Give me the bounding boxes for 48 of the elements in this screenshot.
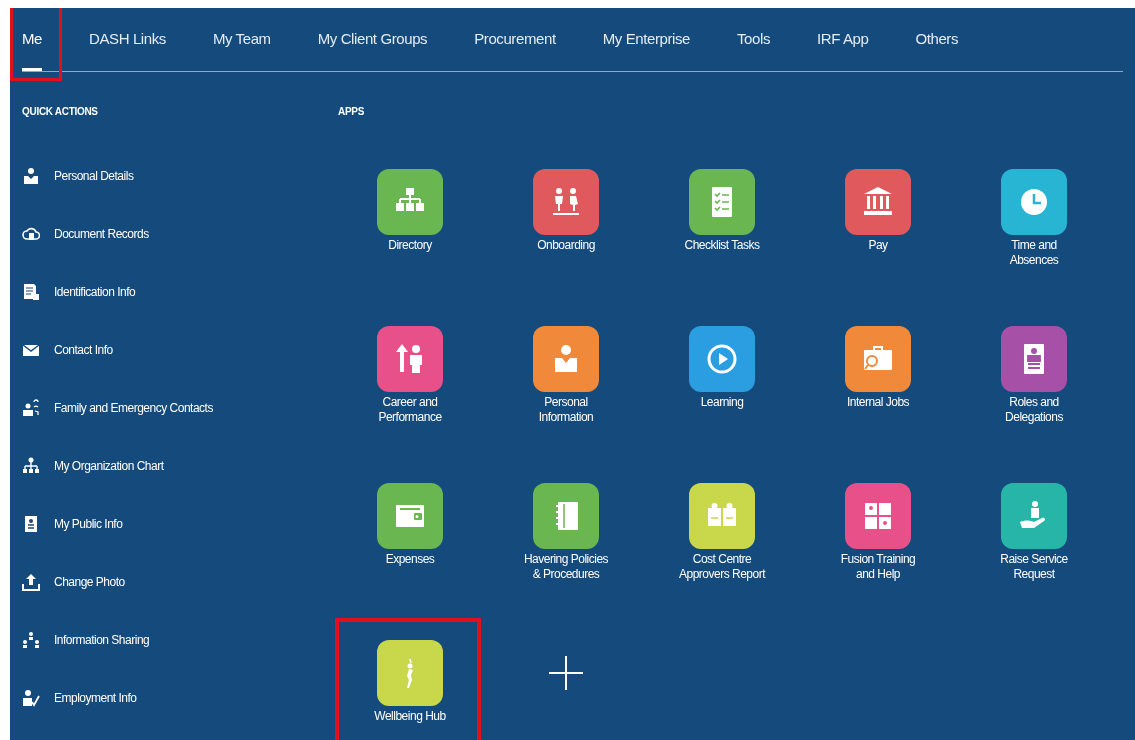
plus-icon xyxy=(549,656,583,690)
nav-tab[interactable]: Others xyxy=(915,8,959,71)
app-tile[interactable]: Wellbeing Hub xyxy=(374,640,446,724)
person-check-icon xyxy=(22,689,40,707)
app-tile[interactable]: Expenses xyxy=(377,483,443,567)
quick-action-link[interactable]: Information Sharing xyxy=(54,631,150,649)
quick-action-link[interactable]: Identification Info xyxy=(54,283,136,301)
quick-action-link[interactable]: My Organization Chart xyxy=(54,457,164,475)
app-tile[interactable]: Onboarding xyxy=(533,169,599,253)
app-tile[interactable]: Havering Policies & Procedures xyxy=(523,483,609,582)
org-chart-icon xyxy=(22,457,40,475)
nav-tab[interactable]: My Team xyxy=(212,8,271,71)
app-tile[interactable]: Learning xyxy=(689,326,755,410)
app-tile[interactable]: Directory xyxy=(377,169,443,253)
app-tile[interactable]: Fusion Training and Help xyxy=(840,483,916,582)
nav-tab[interactable]: IRF App xyxy=(817,8,869,71)
quick-action-link[interactable]: My Public Info xyxy=(54,515,123,533)
quick-action-link[interactable]: Contact Info xyxy=(54,341,113,359)
quick-action-link[interactable]: Change Photo xyxy=(54,573,125,591)
nav-tab[interactable]: Me xyxy=(22,8,43,71)
app-tile[interactable]: Pay xyxy=(845,169,911,253)
nav-tab[interactable]: Tools xyxy=(737,8,771,71)
app-tile[interactable]: Checklist Tasks xyxy=(684,169,760,253)
app-tile[interactable]: Cost Centre Approvers Report xyxy=(678,483,765,582)
quick-action-link[interactable]: Personal Details xyxy=(54,167,134,185)
app-tile[interactable]: Internal Jobs xyxy=(845,326,911,410)
cloud-document-icon xyxy=(22,225,40,243)
nav-tab[interactable]: Procurement xyxy=(474,8,556,71)
app-tile[interactable]: Raise Service Request xyxy=(1000,483,1068,582)
quick-action-link[interactable]: Employment Info xyxy=(54,689,137,707)
contacts-icon xyxy=(22,399,40,417)
id-document-icon xyxy=(22,283,40,301)
section-heading: APPS xyxy=(337,105,366,119)
person-icon xyxy=(22,167,40,185)
sharing-icon xyxy=(22,631,40,649)
quick-action-link[interactable]: Document Records xyxy=(54,225,149,243)
app-tile[interactable]: Roles and Delegations xyxy=(1001,326,1067,425)
quick-action-link[interactable]: Family and Emergency Contacts xyxy=(54,399,213,417)
nav-tab[interactable]: My Client Groups xyxy=(317,8,428,71)
nav-tab[interactable]: DASH Links xyxy=(89,8,166,71)
upload-icon xyxy=(22,573,40,591)
app-tile[interactable]: Career and Performance xyxy=(377,326,443,425)
stretching-figure-icon xyxy=(406,658,414,688)
badge-icon xyxy=(22,515,40,533)
nav-tab[interactable]: My Enterprise xyxy=(602,8,690,71)
section-heading: QUICK ACTIONS xyxy=(22,105,99,119)
app-tile[interactable]: Time and Absences xyxy=(1001,169,1067,268)
app-tile[interactable]: Personal Information xyxy=(533,326,599,425)
